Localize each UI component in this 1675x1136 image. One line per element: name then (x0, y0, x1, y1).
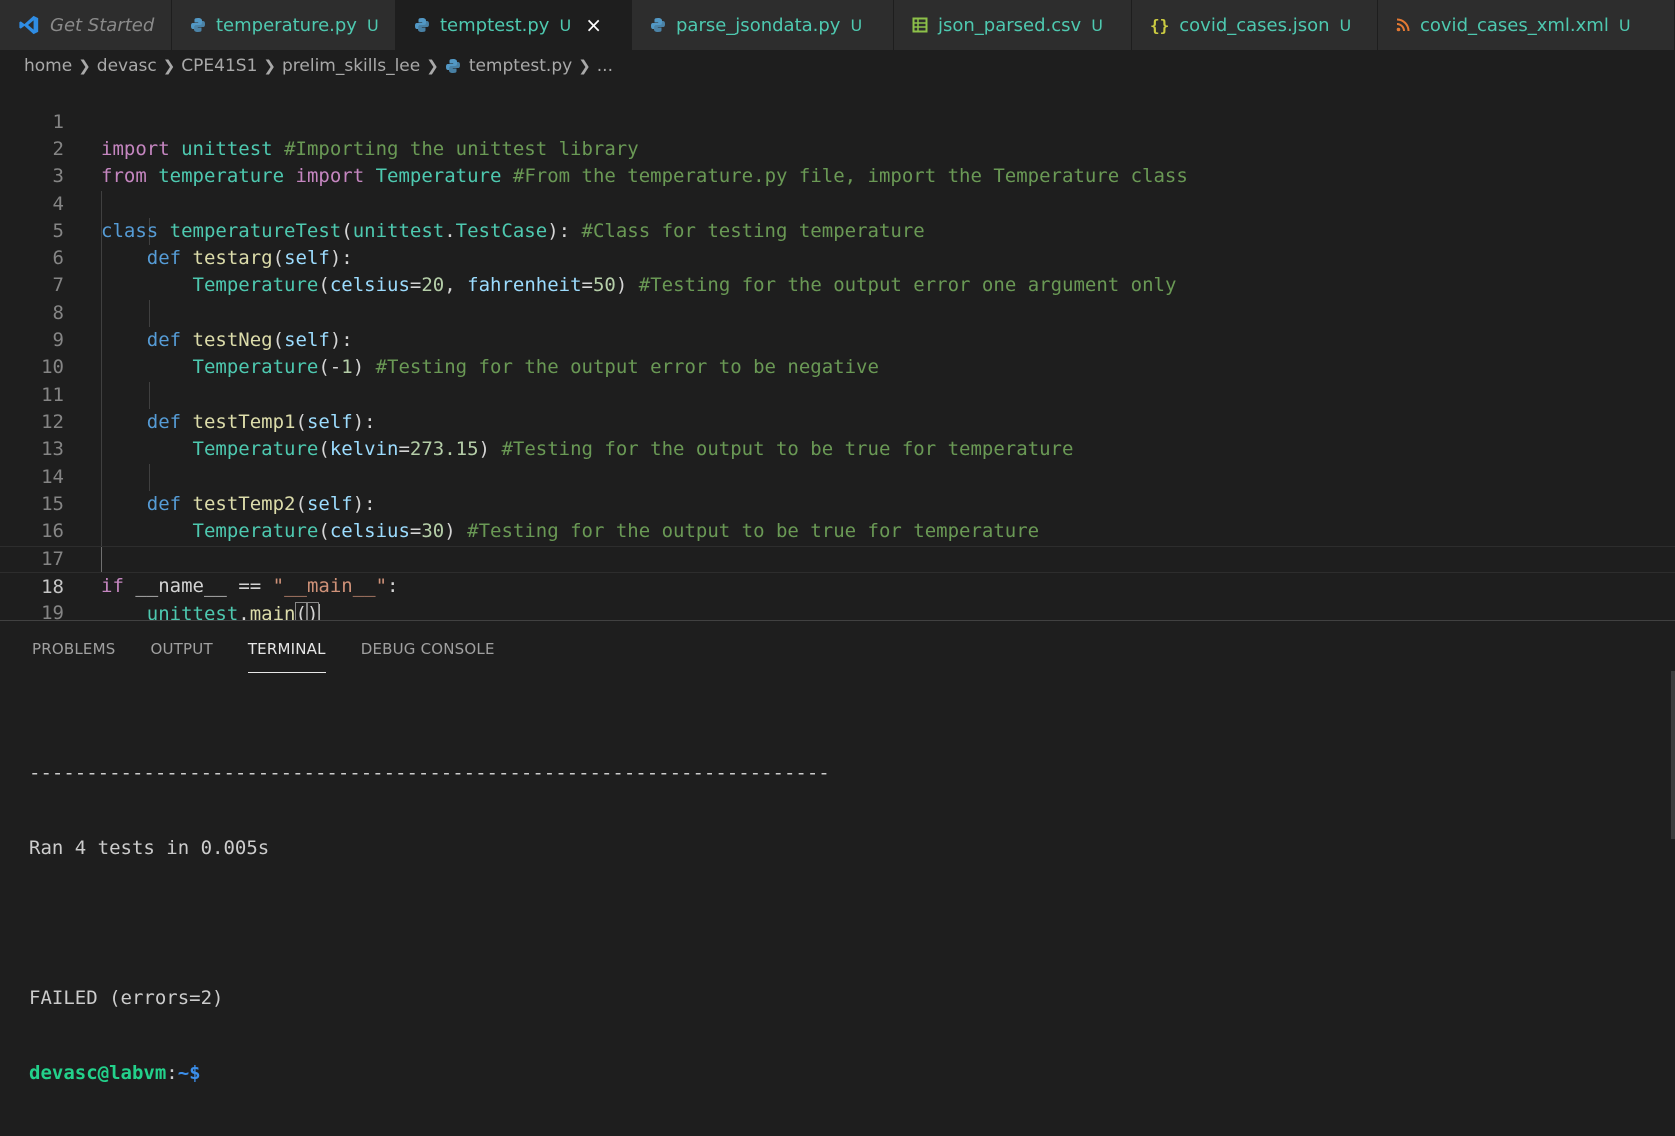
tab-label: temperature.py (216, 14, 357, 36)
tab-parse-jsondata-py[interactable]: parse_jsondata.py U (632, 0, 894, 50)
tab-label: temptest.py (440, 14, 550, 36)
code-line: 2 from temperature import Temperature #F… (0, 109, 1675, 187)
python-icon (445, 58, 461, 74)
breadcrumb-item[interactable]: CPE41S1 (181, 56, 257, 76)
untracked-badge: U (366, 15, 379, 35)
code-line: 7 (0, 245, 1675, 296)
tab-label: covid_cases.json (1179, 14, 1330, 36)
untracked-badge: U (1091, 15, 1103, 35)
tab-covid-cases-xml[interactable]: covid_cases_xml.xml U (1378, 0, 1675, 50)
chevron-right-icon: ❯ (426, 57, 439, 75)
code-line: 19 (0, 573, 1675, 624)
python-icon (414, 17, 430, 33)
terminal-result-line: FAILED (errors=2) (29, 987, 224, 1009)
csv-table-icon (912, 17, 928, 33)
code-line: 11 def testTemp1(self): (0, 355, 1675, 433)
prompt-sep: : (166, 1062, 178, 1084)
rss-icon (1396, 18, 1410, 32)
python-icon (190, 17, 206, 33)
json-braces-icon: {} (1150, 15, 1170, 35)
tab-covid-cases-json[interactable]: {} covid_cases.json U (1132, 0, 1378, 50)
untracked-badge: U (1339, 15, 1352, 35)
code-line: 3 (0, 136, 1675, 187)
breadcrumb-item[interactable]: devasc (97, 56, 157, 76)
tab-label: covid_cases_xml.xml (1420, 14, 1609, 36)
prompt-path: ~$ (177, 1062, 201, 1084)
close-icon[interactable]: × (585, 13, 602, 37)
breadcrumb-item[interactable]: home (24, 56, 72, 76)
breadcrumb-item[interactable]: prelim_skills_lee (282, 56, 420, 76)
breadcrumb-symbol[interactable]: ... (597, 56, 613, 76)
code-line: 13 (0, 409, 1675, 460)
vscode-logo-icon (18, 14, 40, 36)
chevron-right-icon: ❯ (263, 57, 276, 75)
chevron-right-icon: ❯ (162, 57, 176, 75)
bottom-panel: PROBLEMS OUTPUT TERMINAL DEBUG CONSOLE -… (0, 620, 1675, 1084)
terminal-scrollbar[interactable] (1671, 671, 1675, 839)
terminal-separator: ----------------------------------------… (29, 762, 830, 784)
tab-debug-console[interactable]: DEBUG CONSOLE (361, 621, 495, 673)
breadcrumb-file[interactable]: temptest.py (445, 56, 572, 76)
terminal-output[interactable]: ----------------------------------------… (29, 711, 830, 1136)
code-line: 9 Temperature(-1) #Testing for the outpu… (0, 300, 1675, 378)
python-icon (650, 17, 666, 33)
panel-tabs: PROBLEMS OUTPUT TERMINAL DEBUG CONSOLE (32, 621, 530, 673)
untracked-badge: U (850, 15, 863, 35)
tab-problems[interactable]: PROBLEMS (32, 621, 115, 673)
tab-temperature-py[interactable]: temperature.py U (172, 0, 396, 50)
prompt-user: devasc@labvm (29, 1062, 167, 1084)
breadcrumb-file-label: temptest.py (468, 56, 573, 76)
terminal-prompt: devasc@labvm:~$ (29, 1061, 830, 1086)
code-editor[interactable]: 1 import unittest #Importing the unittes… (0, 82, 1675, 626)
chevron-right-icon: ❯ (578, 57, 591, 75)
code-line: 5 def testarg(self): (0, 191, 1675, 269)
tab-label: json_parsed.csv (938, 14, 1082, 36)
code-line: 1 import unittest #Importing the unittes… (0, 82, 1675, 160)
tab-temptest-py[interactable]: temptest.py U × (396, 0, 632, 50)
tab-label: parse_jsondata.py (676, 14, 841, 36)
tab-json-parsed-csv[interactable]: json_parsed.csv U (894, 0, 1132, 50)
code-line: 8 def testNeg(self): (0, 273, 1675, 351)
code-line: 12 Temperature(kelvin=273.15) #Testing f… (0, 382, 1675, 460)
code-line: 4 class temperatureTest(unittest.TestCas… (0, 164, 1675, 242)
terminal-ran-line: Ran 4 tests in 0.005s (29, 837, 270, 859)
tab-get-started[interactable]: Get Started (0, 0, 172, 50)
tab-terminal[interactable]: TERMINAL (247, 621, 326, 673)
code-line-current: 18 unittest.main() (0, 546, 1675, 626)
untracked-badge: U (559, 15, 572, 35)
code-line: 15 Temperature(celsius=30) #Testing for … (0, 464, 1675, 542)
code-line: 14 def testTemp2(self): (0, 437, 1675, 515)
tab-label: Get Started (50, 14, 155, 36)
untracked-badge: U (1618, 15, 1631, 35)
terminal-blank (29, 911, 830, 936)
breadcrumb: home ❯ devasc ❯ CPE41S1 ❯ prelim_skills_… (0, 50, 1675, 82)
code-line: 17 if __name__ == "__main__": (0, 519, 1675, 597)
chevron-right-icon: ❯ (78, 57, 91, 75)
tab-output[interactable]: OUTPUT (150, 621, 212, 673)
editor-tab-bar: Get Started temperature.py U temptest.py… (0, 0, 1675, 50)
code-line: 6 Temperature(celsius=20, fahrenheit=50)… (0, 218, 1675, 296)
code-line: 10 (0, 327, 1675, 378)
code-line: 16 (0, 491, 1675, 542)
